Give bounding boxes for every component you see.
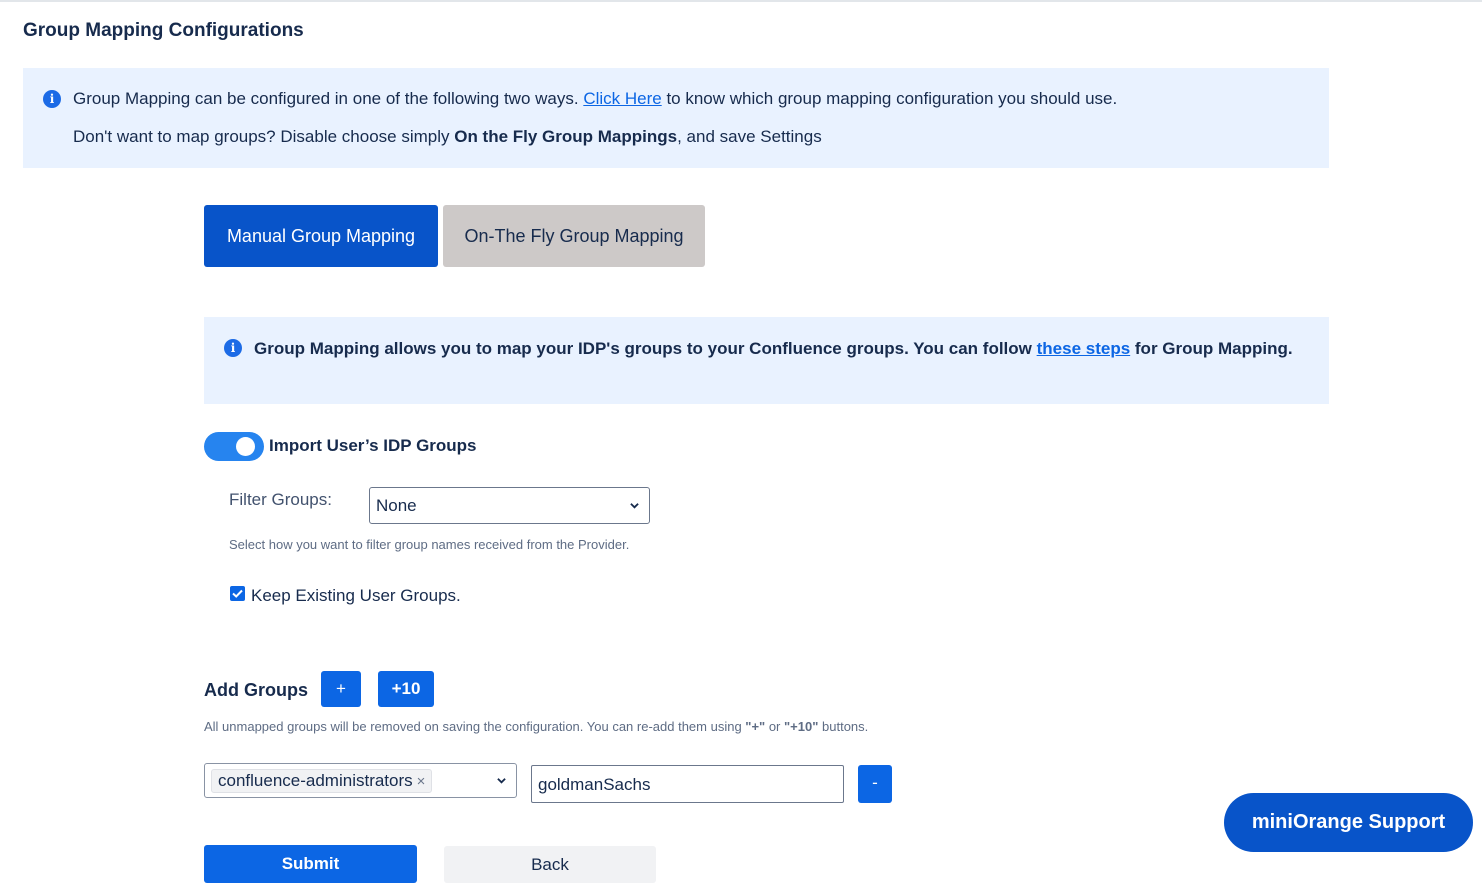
chevron-down-icon xyxy=(497,778,506,784)
miniorange-support-button[interactable]: miniOrange Support xyxy=(1224,793,1473,852)
info-line-1-text: Group Mapping can be configured in one o… xyxy=(73,89,584,108)
plus-quote: "+" xyxy=(745,719,766,734)
filter-groups-help: Select how you want to filter group name… xyxy=(229,537,630,552)
info-banner-group-mapping: i Group Mapping allows you to map your I… xyxy=(204,317,1329,404)
info-line-2-text: Don't want to map groups? Disable choose… xyxy=(73,127,455,146)
on-the-fly-emphasis: On the Fly Group Mappings xyxy=(454,127,678,146)
remove-mapping-button[interactable]: - xyxy=(858,765,892,803)
toggle-knob xyxy=(236,437,255,456)
info-line-1: Group Mapping can be configured in one o… xyxy=(73,89,1117,109)
group-mapping-info-lead: Group Mapping allows you to map your IDP… xyxy=(254,339,1037,358)
keep-existing-groups-checkbox[interactable] xyxy=(230,586,245,601)
add-ten-groups-button[interactable]: +10 xyxy=(378,671,434,707)
top-divider xyxy=(0,0,1482,2)
import-idp-groups-label: Import User’s IDP Groups xyxy=(269,436,477,455)
tab-manual-group-mapping[interactable]: Manual Group Mapping xyxy=(204,205,438,267)
info-banner-top: i Group Mapping can be configured in one… xyxy=(23,68,1329,168)
import-idp-groups-toggle[interactable] xyxy=(204,432,264,461)
filter-groups-select[interactable]: None xyxy=(369,487,650,524)
these-steps-link[interactable]: these steps xyxy=(1037,339,1131,358)
back-button[interactable]: Back xyxy=(444,846,656,883)
page-title: Group Mapping Configurations xyxy=(23,20,304,41)
click-here-link[interactable]: Click Here xyxy=(583,89,661,108)
idp-group-input[interactable]: goldmanSachs xyxy=(531,765,844,803)
tab-on-the-fly-group-mapping[interactable]: On-The Fly Group Mapping xyxy=(443,205,705,267)
info-icon: i xyxy=(43,90,61,108)
check-icon xyxy=(232,589,243,598)
filter-groups-label: Filter Groups: xyxy=(229,490,332,509)
add-groups-label: Add Groups xyxy=(204,680,308,700)
info-line-2-tail: , and save Settings xyxy=(677,127,822,146)
group-mapping-info-tail: for Group Mapping. xyxy=(1130,339,1293,358)
add-groups-help-tail: buttons. xyxy=(818,719,869,734)
info-line-2: Don't want to map groups? Disable choose… xyxy=(73,127,822,147)
remove-tag-icon[interactable]: × xyxy=(417,773,426,790)
group-mapping-info-text: Group Mapping allows you to map your IDP… xyxy=(254,339,1293,359)
add-groups-help-text: All unmapped groups will be removed on s… xyxy=(204,719,746,734)
add-groups-help: All unmapped groups will be removed on s… xyxy=(204,719,868,734)
group-tag-label: confluence-administrators xyxy=(218,771,413,790)
add-group-button[interactable]: + xyxy=(321,671,361,707)
filter-groups-value: None xyxy=(376,496,417,515)
info-icon: i xyxy=(224,339,242,357)
add-groups-help-or: or xyxy=(765,719,785,734)
plus10-quote: "+10" xyxy=(784,719,819,734)
info-line-1-tail: to know which group mapping configuratio… xyxy=(661,89,1118,108)
submit-button[interactable]: Submit xyxy=(204,845,417,883)
confluence-group-select[interactable]: confluence-administrators × xyxy=(204,763,517,798)
chevron-down-icon xyxy=(630,503,639,509)
keep-existing-groups-label: Keep Existing User Groups. xyxy=(251,586,461,605)
group-tag: confluence-administrators × xyxy=(211,769,433,793)
